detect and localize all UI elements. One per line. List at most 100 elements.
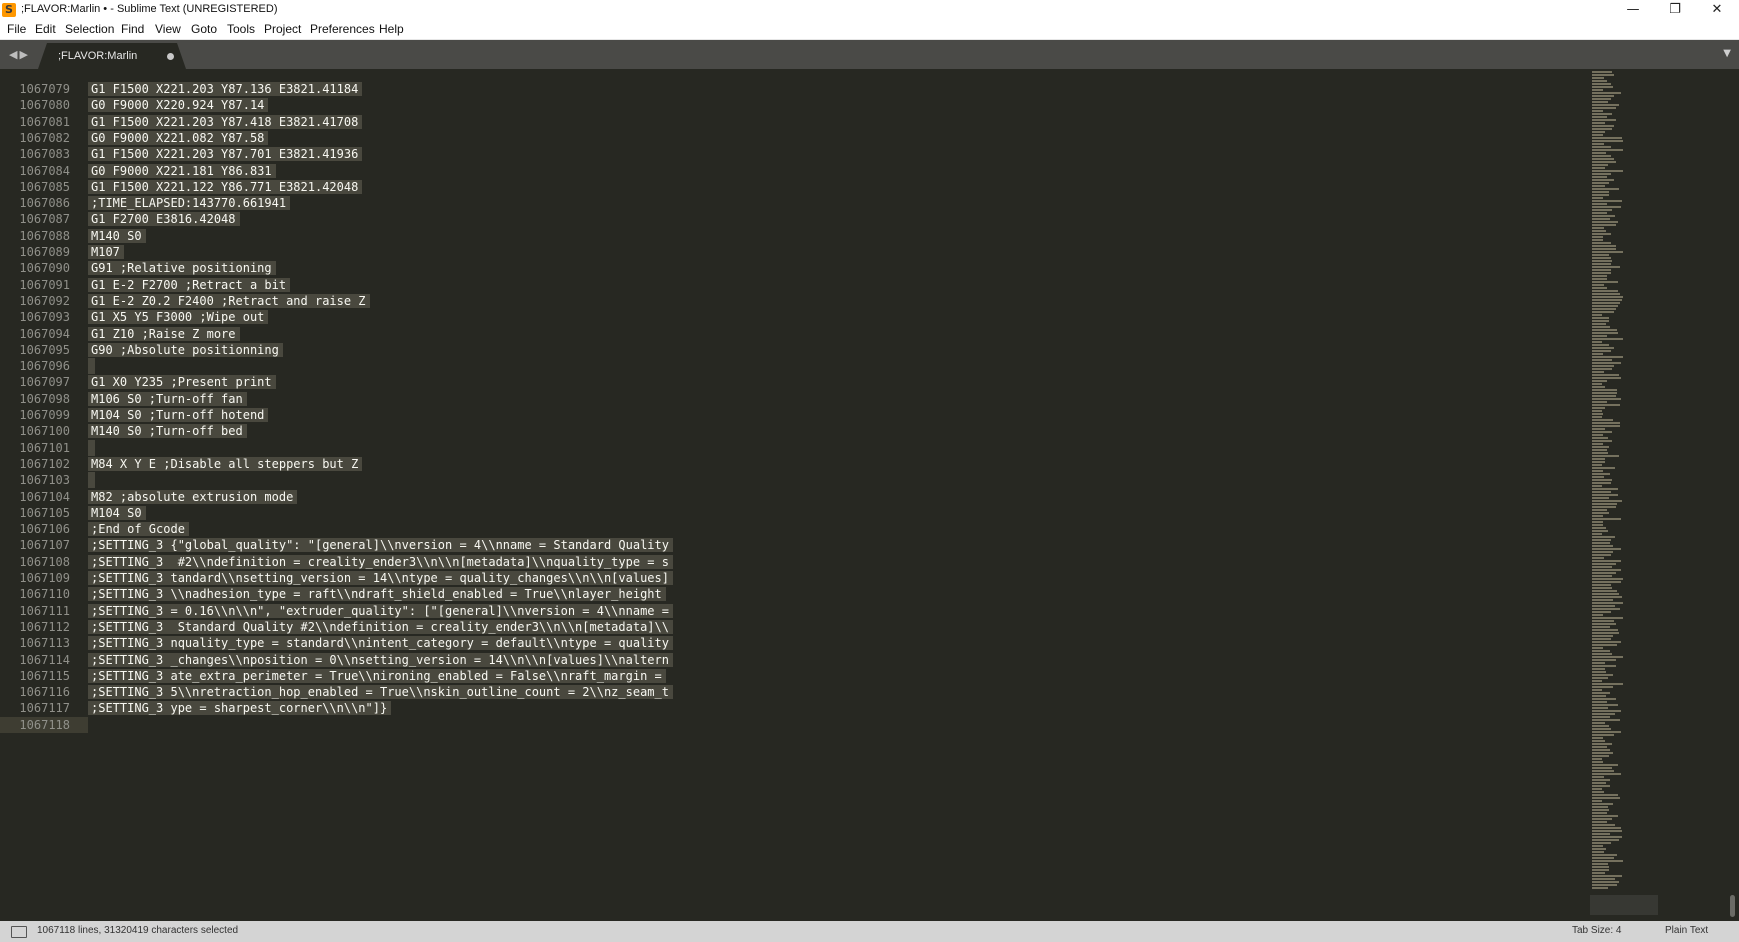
minimap-line	[1592, 473, 1610, 475]
code-line[interactable]: ;SETTING_3 {"global_quality": "[general]…	[88, 537, 673, 553]
forward-arrow-icon[interactable]: ▶	[19, 48, 29, 61]
code-line[interactable]: M140 S0 ;Turn-off bed	[88, 423, 247, 439]
code-line[interactable]: ;SETTING_3 tandard\\nsetting_version = 1…	[88, 570, 673, 586]
code-line[interactable]: G0 F9000 X220.924 Y87.14	[88, 97, 269, 113]
code-line[interactable]: G1 F1500 X221.203 Y87.701 E3821.41936	[88, 146, 363, 162]
minimap-line	[1592, 266, 1620, 268]
code-line[interactable]: ;SETTING_3 #2\\ndefinition = creality_en…	[88, 554, 673, 570]
minimap-line	[1592, 716, 1610, 718]
minimap-line	[1592, 281, 1618, 283]
editor-area[interactable]: 1067079 1067080 1067081 1067082 1067083 10670…	[0, 69, 1739, 921]
code-line[interactable]: G0 F9000 X221.181 Y86.831	[88, 163, 276, 179]
code-line[interactable]: M82 ;absolute extrusion mode	[88, 489, 298, 505]
back-arrow-icon[interactable]: ◀	[9, 48, 19, 61]
minimap-line	[1592, 758, 1602, 760]
minimap-line	[1592, 128, 1612, 130]
menu-edit[interactable]: Edit	[35, 22, 56, 36]
code-line[interactable]: ;SETTING_3 = 0.16\\n\\n", "extruder_qual…	[88, 603, 673, 619]
minimap-line	[1592, 644, 1617, 646]
minimap-line	[1592, 608, 1620, 610]
code-line[interactable]: M104 S0	[88, 505, 146, 521]
menu-project[interactable]: Project	[264, 22, 301, 36]
code-line[interactable]	[88, 358, 95, 374]
minimap-line	[1592, 800, 1602, 802]
code-line[interactable]	[88, 440, 95, 456]
minimize-button[interactable]: —	[1612, 0, 1654, 20]
menu-goto[interactable]: Goto	[191, 22, 217, 36]
code-line[interactable]: M104 S0 ;Turn-off hotend	[88, 407, 269, 423]
tab-size-indicator[interactable]: Tab Size: 4	[1572, 925, 1621, 936]
minimap-line	[1592, 617, 1623, 619]
minimap-line	[1592, 446, 1609, 448]
code-line[interactable]: G1 F1500 X221.203 Y87.136 E3821.41184	[88, 81, 363, 97]
maximize-button[interactable]: ❐	[1654, 0, 1696, 20]
minimap-line	[1592, 857, 1614, 859]
minimap-line	[1592, 662, 1605, 664]
minimap-line	[1592, 713, 1615, 715]
code-line[interactable]: ;SETTING_3 5\\nretraction_hop_enabled = …	[88, 684, 673, 700]
unsaved-dot-icon[interactable]	[167, 53, 174, 60]
code-line[interactable]	[88, 472, 95, 488]
code-line[interactable]: ;End of Gcode	[88, 521, 189, 537]
code-line[interactable]: ;SETTING_3 ype = sharpest_corner\\n\\n"]…	[88, 700, 392, 716]
code-line[interactable]: G1 X0 Y235 ;Present print	[88, 374, 276, 390]
minimap-line	[1592, 317, 1609, 319]
line-number: 1067079	[19, 82, 70, 96]
minimap-line	[1592, 182, 1609, 184]
code-line[interactable]: G0 F9000 X221.082 Y87.58	[88, 130, 269, 146]
vertical-scrollbar[interactable]	[1728, 69, 1736, 921]
menu-help[interactable]: Help	[379, 22, 404, 36]
console-toggle-icon[interactable]	[11, 926, 27, 938]
code-line[interactable]: ;SETTING_3 \\nadhesion_type = raft\\ndra…	[88, 586, 666, 602]
menu-tools[interactable]: Tools	[227, 22, 255, 36]
code-line[interactable]: G91 ;Relative positioning	[88, 260, 276, 276]
minimap-line	[1592, 185, 1605, 187]
minimap-line	[1592, 104, 1619, 106]
code-line[interactable]: G90 ;Absolute positionning	[88, 342, 283, 358]
minimap-line	[1592, 296, 1623, 298]
code-line[interactable]: M140 S0	[88, 228, 146, 244]
minimap-line	[1592, 308, 1616, 310]
code-line[interactable]: ;SETTING_3 ate_extra_perimeter = True\\n…	[88, 668, 666, 684]
close-button[interactable]: ✕	[1696, 0, 1738, 20]
minimap-line	[1592, 590, 1617, 592]
code-line-text: G91 ;Relative positioning	[88, 261, 276, 275]
tab-flavor-marlin[interactable]: ;FLAVOR:Marlin	[38, 43, 186, 69]
syntax-indicator[interactable]: Plain Text	[1665, 925, 1708, 936]
minimap-line	[1592, 443, 1603, 445]
selection-status: 1067118 lines, 31320419 characters selec…	[37, 925, 239, 936]
minimap-line	[1592, 551, 1613, 553]
code-line[interactable]: G1 Z10 ;Raise Z more	[88, 326, 240, 342]
menu-selection[interactable]: Selection	[65, 22, 114, 36]
status-bar: 1067118 lines, 31320419 characters selec…	[0, 921, 1739, 942]
scrollbar-thumb[interactable]	[1730, 895, 1735, 917]
code-line[interactable]: G1 E-2 F2700 ;Retract a bit	[88, 277, 291, 293]
minimap-line	[1592, 674, 1613, 676]
code-line[interactable]: ;SETTING_3 nquality_type = standard\\nin…	[88, 635, 673, 651]
menu-view[interactable]: View	[155, 22, 181, 36]
code-line[interactable]: G1 E-2 Z0.2 F2400 ;Retract and raise Z	[88, 293, 370, 309]
code-line[interactable]: G1 F1500 X221.203 Y87.418 E3821.41708	[88, 114, 363, 130]
minimap-line	[1592, 626, 1610, 628]
code-line[interactable]: M106 S0 ;Turn-off fan	[88, 391, 247, 407]
code-line[interactable]: ;TIME_ELAPSED:143770.661941	[88, 195, 291, 211]
minimap-line	[1592, 593, 1619, 595]
minimap-line	[1592, 461, 1605, 463]
minimap-line	[1592, 299, 1622, 301]
menu-preferences[interactable]: Preferences	[310, 22, 375, 36]
minimap[interactable]	[1590, 69, 1678, 921]
minimap-line	[1592, 191, 1609, 193]
code-line[interactable]: ;SETTING_3 _changes\\nposition = 0\\nset…	[88, 652, 673, 668]
code-line[interactable]: G1 X5 Y5 F3000 ;Wipe out	[88, 309, 269, 325]
code-line[interactable]: M107	[88, 244, 124, 260]
code-line[interactable]: G1 F2700 E3816.42048	[88, 211, 240, 227]
menu-find[interactable]: Find	[121, 22, 144, 36]
code-line[interactable]: M84 X Y E ;Disable all steppers but Z	[88, 456, 363, 472]
code-line[interactable]: G1 F1500 X221.122 Y86.771 E3821.42048	[88, 179, 363, 195]
minimap-line	[1592, 329, 1617, 331]
code-line[interactable]: ;SETTING_3 Standard Quality #2\\ndefinit…	[88, 619, 673, 635]
minimap-viewport[interactable]	[1590, 895, 1658, 915]
menu-file[interactable]: File	[7, 22, 26, 36]
minimap-line	[1592, 512, 1609, 514]
tab-dropdown-icon[interactable]: ▼	[1723, 48, 1731, 59]
